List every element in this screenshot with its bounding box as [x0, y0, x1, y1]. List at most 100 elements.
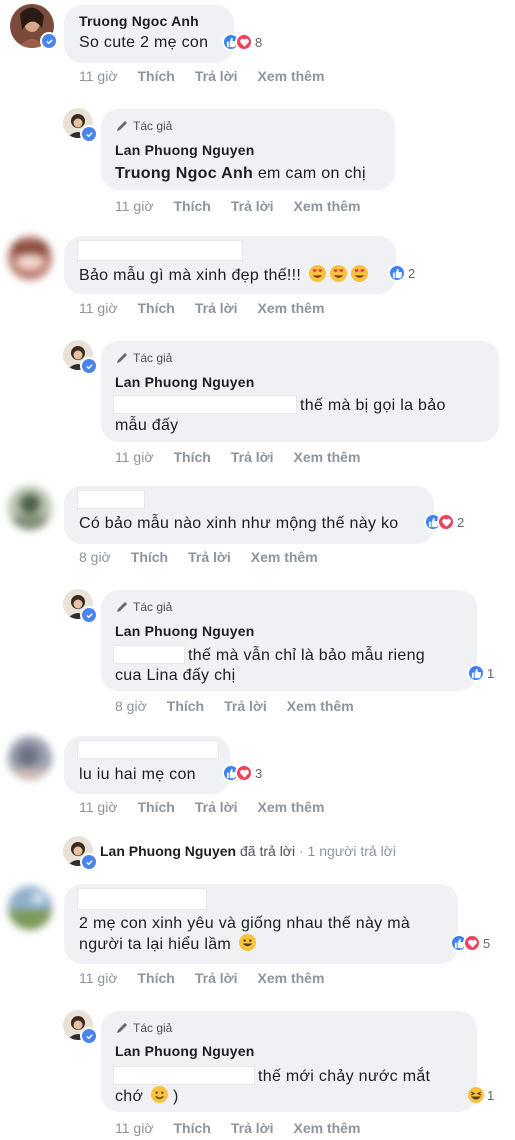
like-link[interactable]: Thích	[174, 198, 211, 214]
see-more-link[interactable]: Xem thêm	[257, 970, 324, 986]
see-more-link[interactable]: Xem thêm	[251, 549, 318, 565]
timestamp[interactable]: 11 giờ	[115, 198, 154, 214]
like-link[interactable]: Thích	[138, 300, 175, 316]
reply-link[interactable]: Trả lời	[195, 970, 238, 986]
see-more-link[interactable]: Xem thêm	[293, 449, 360, 465]
separator: ·	[298, 843, 304, 859]
redacted-mention	[113, 1066, 255, 1085]
verified-icon	[80, 853, 98, 871]
comment-text: Truong Ngoc Anh em cam on chị	[115, 162, 366, 186]
mention-link[interactable]: Truong Ngoc Anh	[115, 165, 253, 182]
timestamp[interactable]: 11 giờ	[79, 68, 118, 84]
avatar[interactable]	[8, 486, 52, 530]
comment-text: thế mới chảy nước mắt	[258, 1068, 431, 1085]
author-badge: Tác giả	[115, 351, 172, 365]
timestamp[interactable]: 11 giờ	[79, 300, 118, 316]
timestamp[interactable]: 11 giờ	[115, 1120, 154, 1136]
heart-eyes-emoji-icon	[308, 264, 326, 283]
love-reaction-icon	[235, 764, 253, 782]
reaction-number: 8	[255, 34, 263, 50]
heart-eyes-emoji-icon	[329, 264, 347, 283]
timestamp[interactable]: 11 giờ	[79, 970, 118, 986]
see-more-link[interactable]: Xem thêm	[257, 799, 324, 815]
like-link[interactable]: Thích	[138, 68, 175, 84]
see-more-link[interactable]: Xem thêm	[293, 198, 360, 214]
reply-link[interactable]: Trả lời	[195, 300, 238, 316]
like-link[interactable]: Thích	[174, 449, 211, 465]
pencil-icon	[117, 353, 127, 363]
see-more-link[interactable]: Xem thêm	[287, 698, 354, 714]
redacted-mention	[113, 395, 297, 414]
reply-link[interactable]: Trả lời	[231, 1120, 274, 1136]
reaction-count[interactable]: 8	[222, 33, 262, 51]
comment-actions: 11 giờ Thích Trả lời Xem thêm	[115, 1120, 380, 1136]
reaction-count[interactable]: 5	[450, 934, 490, 952]
comment-text: mẫu đấy	[115, 417, 179, 434]
reaction-number: 2	[408, 265, 416, 281]
timestamp[interactable]: 11 giờ	[79, 799, 118, 815]
verified-icon	[80, 125, 98, 143]
avatar[interactable]	[8, 236, 52, 280]
author-label: Tác giả	[133, 1021, 173, 1035]
verified-icon	[80, 1027, 98, 1045]
comment-text: thế mà bị gọi la bảo	[300, 397, 446, 414]
redacted-name	[77, 490, 145, 509]
comment-text: lu iu hai mẹ con	[79, 766, 196, 783]
reply-link[interactable]: Trả lời	[231, 449, 274, 465]
commenter-name[interactable]: Lan Phuong Nguyen	[115, 623, 255, 639]
see-more-link[interactable]: Xem thêm	[257, 68, 324, 84]
comment-text: So cute 2 mẹ con	[79, 34, 209, 51]
like-link[interactable]: Thích	[174, 1120, 211, 1136]
verified-icon	[80, 606, 98, 624]
reaction-count[interactable]: 2	[424, 513, 464, 531]
like-link[interactable]: Thích	[167, 698, 204, 714]
like-link[interactable]: Thích	[138, 970, 175, 986]
redacted-name	[77, 240, 243, 261]
reply-link[interactable]: Trả lời	[195, 68, 238, 84]
timestamp[interactable]: 8 giờ	[79, 549, 111, 565]
reaction-count[interactable]: 1	[467, 664, 494, 682]
comment-actions: 11 giờ Thích Trả lời Xem thêm	[115, 449, 380, 465]
author-label: Tác giả	[133, 600, 173, 614]
redacted-mention	[113, 645, 185, 664]
pencil-icon	[117, 602, 127, 612]
commenter-name[interactable]: Truong Ngoc Anh	[79, 13, 199, 29]
comment-actions: 8 giờ Thích Trả lời Xem thêm	[115, 698, 374, 714]
reply-link[interactable]: Trả lời	[231, 198, 274, 214]
commenter-name[interactable]: Lan Phuong Nguyen	[115, 374, 255, 390]
grinning-emoji-icon	[238, 933, 256, 952]
comment-actions: 8 giờ Thích Trả lời Xem thêm	[79, 549, 338, 565]
reply-link[interactable]: Trả lời	[188, 549, 231, 565]
reply-link[interactable]: Trả lời	[195, 799, 238, 815]
love-reaction-icon	[437, 513, 455, 531]
reaction-count[interactable]: 3	[222, 764, 262, 782]
like-link[interactable]: Thích	[138, 799, 175, 815]
pencil-icon	[117, 121, 127, 131]
timestamp[interactable]: 8 giờ	[115, 698, 147, 714]
redacted-name	[77, 888, 207, 910]
reaction-count[interactable]: 1	[467, 1086, 494, 1104]
see-more-link[interactable]: Xem thêm	[257, 300, 324, 316]
reaction-number: 3	[255, 765, 263, 781]
haha-reaction-icon	[468, 1087, 484, 1103]
comment-text: chớ )	[115, 1085, 179, 1109]
see-more-link[interactable]: Xem thêm	[293, 1120, 360, 1136]
avatar[interactable]	[8, 886, 52, 930]
author-badge: Tác giả	[115, 119, 172, 133]
reaction-count[interactable]: 2	[388, 264, 415, 282]
like-reaction-icon	[388, 264, 406, 282]
commenter-name[interactable]: Lan Phuong Nguyen	[115, 1043, 255, 1059]
avatar[interactable]	[8, 736, 52, 780]
pencil-icon	[117, 1023, 127, 1033]
reply-link[interactable]: Trả lời	[224, 698, 267, 714]
like-link[interactable]: Thích	[131, 549, 168, 565]
comment-text: cua Lina đấy chị	[115, 667, 236, 684]
replier-name: Lan Phuong Nguyen	[100, 843, 237, 859]
reaction-number: 1	[487, 665, 495, 681]
view-replies-link[interactable]: Lan Phuong Nguyen đã trả lời · 1 người t…	[100, 843, 396, 859]
timestamp[interactable]: 11 giờ	[115, 449, 154, 465]
comment-text: Có bảo mẫu nào xinh như mộng thế này ko	[79, 515, 399, 532]
commenter-name[interactable]: Lan Phuong Nguyen	[115, 142, 255, 158]
love-reaction-icon	[235, 33, 253, 51]
author-badge: Tác giả	[115, 1021, 172, 1035]
